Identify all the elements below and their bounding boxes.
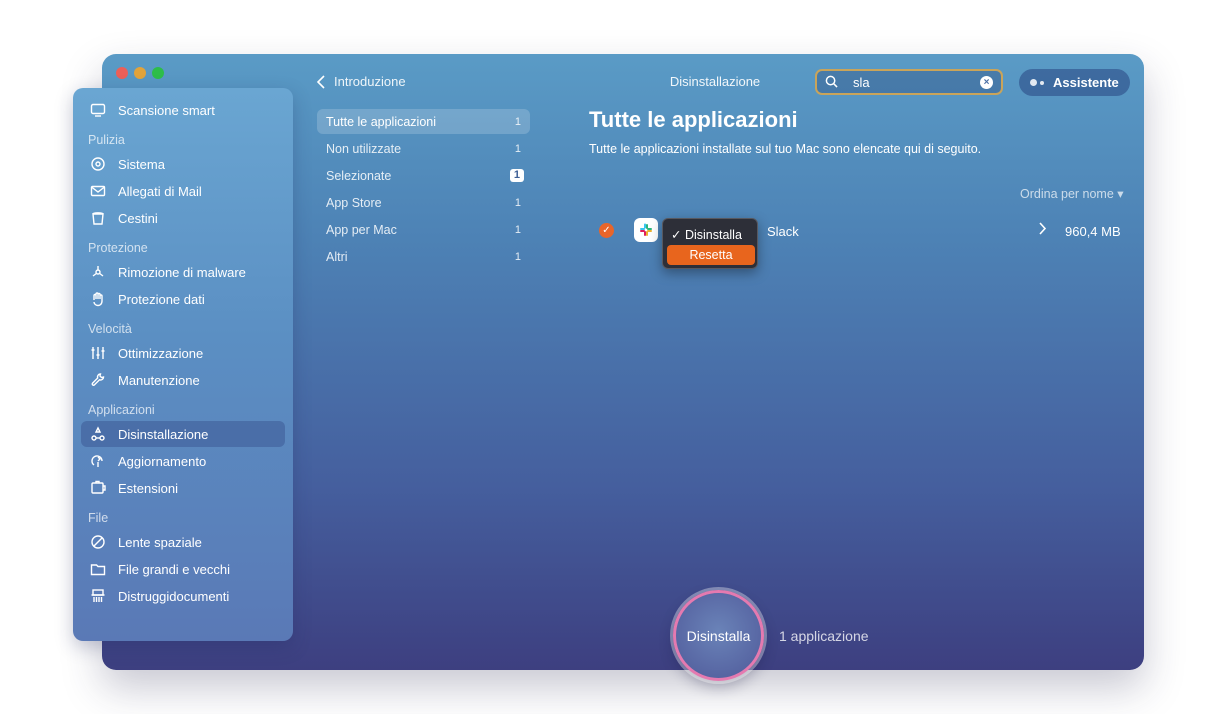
category-label: App per Mac: [326, 222, 397, 237]
slack-app-icon: [634, 218, 658, 242]
app-name: Slack: [767, 224, 799, 239]
disk-icon: [89, 155, 107, 173]
sidebar-item-label: File grandi e vecchi: [118, 561, 230, 577]
extensions-icon: [89, 479, 107, 497]
close-window-button[interactable]: [116, 67, 128, 79]
sidebar-section-speed: Velocità: [88, 322, 132, 336]
sidebar-item-label: Disinstallazione: [118, 426, 209, 442]
sidebar-item-label: Estensioni: [118, 480, 178, 496]
wrench-icon: [89, 371, 107, 389]
selected-count: 1 applicazione: [779, 628, 869, 644]
sidebar-item-maintenance[interactable]: Manutenzione: [81, 367, 285, 393]
action-dropdown-menu[interactable]: ✓ Disinstalla Resetta: [662, 218, 758, 269]
category-count: 1: [514, 142, 521, 155]
minimize-window-button[interactable]: [134, 67, 146, 79]
search-input[interactable]: [853, 74, 973, 90]
sort-menu[interactable]: Ordina per nome ▾: [1020, 186, 1124, 201]
hand-icon: [89, 290, 107, 308]
category-label: Selezionate: [326, 168, 392, 183]
sidebar-section-applications: Applicazioni: [88, 403, 155, 417]
assistant-label: Assistente: [1053, 75, 1119, 90]
sidebar-item-label: Allegati di Mail: [118, 183, 202, 199]
search-icon: [825, 75, 839, 89]
sidebar-item-label: Lente spaziale: [118, 534, 202, 550]
folder-icon: [89, 560, 107, 578]
page-subtitle: Tutte le applicazioni installate sul tuo…: [589, 142, 982, 156]
update-icon: [89, 452, 107, 470]
category-label: Non utilizzate: [326, 141, 402, 156]
lens-icon: [89, 533, 107, 551]
sidebar-section-cleanup: Pulizia: [88, 133, 125, 147]
sidebar-item-label: Rimozione di malware: [118, 264, 246, 280]
category-unused[interactable]: Non utilizzate 1: [317, 136, 530, 161]
sidebar-section-protection: Protezione: [88, 241, 148, 255]
sidebar-item-label: Sistema: [118, 156, 165, 172]
chevron-left-icon: [316, 74, 325, 89]
category-label: Altri: [326, 249, 348, 264]
back-label: Introduzione: [334, 74, 406, 89]
sidebar-item-label: Aggiornamento: [118, 453, 207, 469]
category-setapp[interactable]: App per Mac 1: [317, 217, 530, 242]
sidebar-item-smart-scan[interactable]: Scansione smart: [81, 97, 285, 123]
clear-search-icon[interactable]: ×: [980, 76, 993, 89]
category-app-store[interactable]: App Store 1: [317, 190, 530, 215]
sidebar-item-space-lens[interactable]: Lente spaziale: [81, 529, 285, 555]
sidebar-item-optimization[interactable]: Ottimizzazione: [81, 340, 285, 366]
shredder-icon: [89, 587, 107, 605]
sidebar-item-trash[interactable]: Cestini: [81, 205, 285, 231]
sidebar-item-uninstaller[interactable]: Disinstallazione: [81, 421, 285, 447]
back-button[interactable]: Introduzione: [316, 74, 406, 89]
sidebar-item-mail-attachments[interactable]: Allegati di Mail: [81, 178, 285, 204]
category-count: 1: [514, 223, 521, 236]
category-count: 1: [514, 115, 521, 128]
menu-item-reset[interactable]: Resetta: [667, 245, 755, 265]
sidebar-item-shredder[interactable]: Distruggidocumenti: [81, 583, 285, 609]
sidebar-section-files: File: [88, 511, 109, 525]
sidebar: Scansione smart Pulizia Sistema Allegati…: [73, 88, 293, 641]
sliders-icon: [89, 344, 107, 362]
sidebar-item-label: Ottimizzazione: [118, 345, 204, 361]
window-title: Disinstallazione: [669, 74, 761, 89]
app-checkbox[interactable]: ✓: [599, 223, 614, 238]
page-title: Tutte le applicazioni: [589, 107, 798, 132]
sidebar-item-label: Manutenzione: [118, 372, 200, 388]
uninstall-button[interactable]: Disinstalla: [673, 590, 764, 681]
uninstall-button-label: Disinstalla: [686, 627, 751, 644]
uninstaller-icon: [89, 425, 107, 443]
category-count: 1: [514, 250, 521, 263]
search-field[interactable]: ×: [815, 69, 1003, 95]
sidebar-item-data-protection[interactable]: Protezione dati: [81, 286, 285, 312]
sidebar-item-malware-removal[interactable]: Rimozione di malware: [81, 259, 285, 285]
app-size: 960,4 MB: [1065, 224, 1121, 239]
mail-icon: [89, 182, 107, 200]
sidebar-item-label: Scansione smart: [118, 102, 215, 118]
zoom-window-button[interactable]: [152, 67, 164, 79]
category-label: Tutte le applicazioni: [326, 114, 437, 129]
menu-item-uninstall[interactable]: ✓ Disinstalla: [671, 227, 742, 242]
monitor-icon: [89, 101, 107, 119]
assistant-button[interactable]: Assistente: [1019, 69, 1130, 96]
biohazard-icon: [89, 263, 107, 281]
sidebar-item-label: Distruggidocumenti: [118, 588, 230, 604]
category-count: 1: [514, 196, 521, 209]
category-label: App Store: [326, 195, 382, 210]
sidebar-item-updater[interactable]: Aggiornamento: [81, 448, 285, 474]
category-selected[interactable]: Selezionate 1: [317, 163, 530, 188]
assistant-icon: [1030, 79, 1044, 86]
sidebar-item-system[interactable]: Sistema: [81, 151, 285, 177]
chevron-right-icon[interactable]: [1038, 222, 1047, 240]
sidebar-item-label: Cestini: [118, 210, 158, 226]
window-controls: [116, 67, 164, 79]
sidebar-item-large-old-files[interactable]: File grandi e vecchi: [81, 556, 285, 582]
trash-icon: [89, 209, 107, 227]
category-other[interactable]: Altri 1: [317, 244, 530, 269]
sidebar-item-extensions[interactable]: Estensioni: [81, 475, 285, 501]
sidebar-item-label: Protezione dati: [118, 291, 205, 307]
category-all-apps[interactable]: Tutte le applicazioni 1: [317, 109, 530, 134]
category-count-badge: 1: [509, 169, 524, 182]
